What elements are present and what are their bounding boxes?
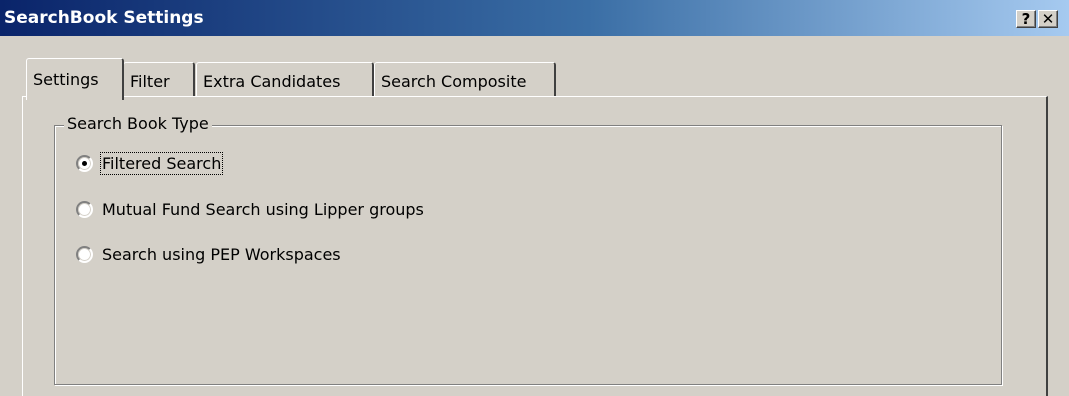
close-button[interactable]: ✕: [1038, 10, 1058, 28]
tab-settings[interactable]: Settings: [26, 58, 124, 100]
window-title: SearchBook Settings: [4, 8, 204, 28]
radio-label: Search using PEP Workspaces: [102, 245, 341, 264]
radio-button[interactable]: [76, 246, 93, 263]
close-icon: ✕: [1041, 10, 1055, 28]
radio-button[interactable]: [76, 201, 93, 218]
help-button[interactable]: ?: [1016, 10, 1036, 28]
tab-extra-candidates[interactable]: Extra Candidates: [196, 62, 374, 100]
title-bar[interactable]: SearchBook Settings ? ✕: [0, 0, 1069, 36]
radio-pep-workspaces[interactable]: Search using PEP Workspaces: [76, 245, 341, 264]
radio-mutual-fund-search[interactable]: Mutual Fund Search using Lipper groups: [76, 200, 424, 219]
tab-filter[interactable]: Filter: [123, 62, 195, 100]
radio-label: Filtered Search: [99, 152, 224, 175]
tab-search-composite[interactable]: Search Composite: [374, 62, 556, 100]
tab-label: Extra Candidates: [203, 72, 341, 91]
tab-label: Settings: [33, 70, 99, 89]
radio-filtered-search[interactable]: Filtered Search: [76, 152, 224, 175]
radio-button[interactable]: [76, 155, 93, 172]
radio-label: Mutual Fund Search using Lipper groups: [102, 200, 424, 219]
tab-label: Search Composite: [381, 72, 527, 91]
tab-label: Filter: [130, 72, 170, 91]
group-legend: Search Book Type: [64, 114, 212, 133]
